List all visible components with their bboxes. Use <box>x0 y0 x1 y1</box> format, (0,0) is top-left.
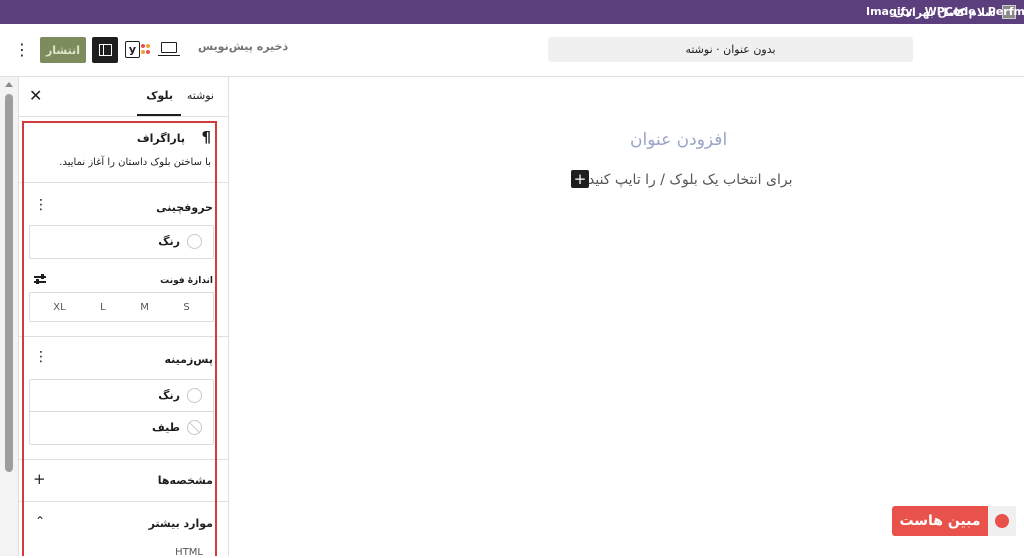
options-kebab-icon[interactable]: ⋮ <box>14 40 30 60</box>
block-settings-sidebar: نوشته بلوک ✕ ¶ پاراگراف با ساختن بلوک دا… <box>18 77 229 558</box>
preview-laptop-icon[interactable] <box>158 42 180 56</box>
plugin-link-imagify[interactable]: Imagify <box>866 5 913 18</box>
save-draft-button[interactable]: ذخیره پیش‌نویس <box>198 40 288 53</box>
scrollbar-thumb[interactable] <box>5 94 13 472</box>
tab-post[interactable]: نوشته <box>187 89 214 102</box>
sidebar-scrollbar[interactable] <box>0 77 18 556</box>
plugin-link-wpcode[interactable]: WPCode <box>925 5 976 18</box>
post-title-placeholder[interactable]: افزودن عنوان <box>630 130 727 150</box>
brand-logo-icon <box>988 506 1016 536</box>
close-icon[interactable]: ✕ <box>29 86 42 105</box>
plugin-link-perfmatters[interactable]: Perfmatters <box>988 5 1024 18</box>
default-block-appender[interactable]: برای انتخاب یک بلوک / را تایپ کنید <box>588 172 792 188</box>
admin-bar-plugins: Imagify WPCode Perfmatters <box>866 5 1024 18</box>
editor-toolbar: ⋮ انتشار y ذخیره پیش‌نویس بدون عنوان · ن… <box>0 24 1024 77</box>
block-inserter-plus-icon[interactable]: + <box>571 170 589 188</box>
publish-button[interactable]: انتشار <box>40 37 86 63</box>
document-title-bar[interactable]: بدون عنوان · نوشته <box>548 37 913 62</box>
settings-sidebar-toggle-button[interactable] <box>92 37 118 63</box>
scroll-up-arrow-icon[interactable] <box>5 82 13 87</box>
admin-bar: سلام کامل بهرامی Imagify WPCode Perfmatt… <box>0 0 1024 24</box>
watermark-logo: مبین هاست <box>892 506 1016 536</box>
sidebar-panel-icon <box>98 44 112 56</box>
highlight-frame <box>22 121 217 556</box>
sidebar-tabs: نوشته بلوک ✕ <box>19 77 228 117</box>
active-tab-indicator <box>137 114 181 116</box>
yoast-seo-icon[interactable]: y <box>125 41 140 58</box>
seo-score-icon[interactable] <box>141 44 151 56</box>
watermark-text: مبین هاست <box>899 513 981 529</box>
tab-block[interactable]: بلوک <box>146 89 173 102</box>
